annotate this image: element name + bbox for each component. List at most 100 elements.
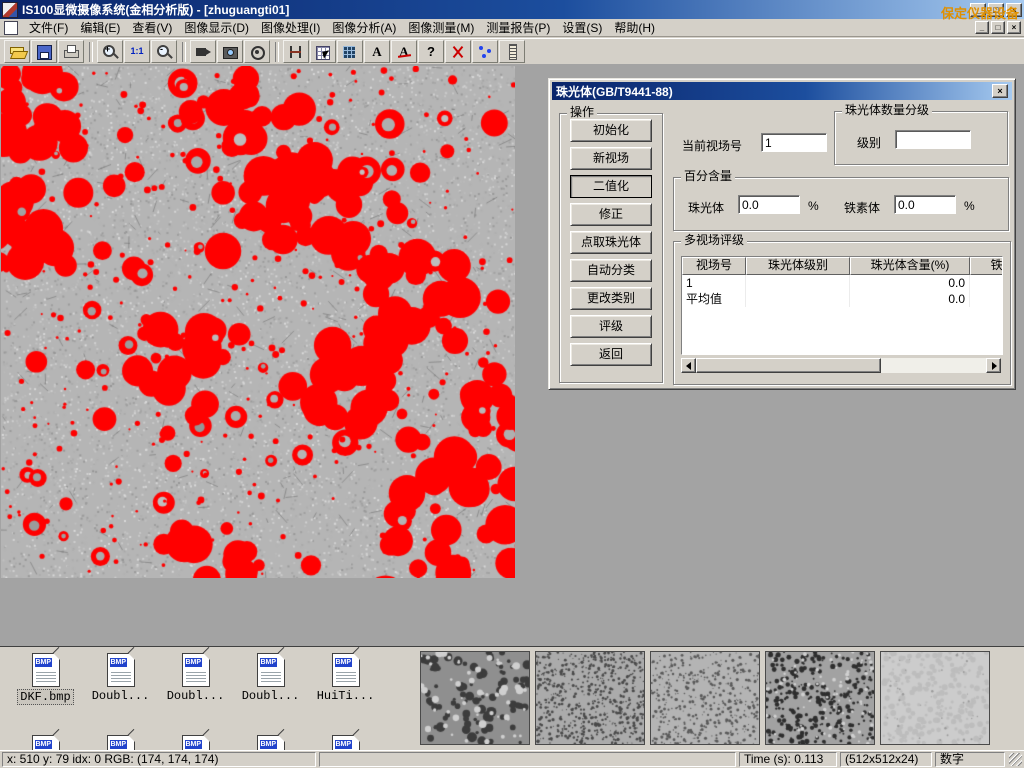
- file-item-0[interactable]: BMPDKF.bmp: [8, 653, 83, 705]
- op-button-2[interactable]: 二值化: [570, 175, 652, 198]
- file-item-partial-0[interactable]: BMP: [8, 735, 83, 750]
- mdi-window-controls: _ □ ×: [973, 21, 1021, 34]
- points-icon: [477, 44, 494, 60]
- file-item-partial-2[interactable]: BMP: [158, 735, 233, 750]
- menu-item-5[interactable]: 图像分析(A): [326, 18, 402, 37]
- file-item-4[interactable]: BMP HuiTi...: [308, 653, 383, 703]
- scroll-left-button[interactable]: [681, 358, 696, 373]
- caliper-button[interactable]: [283, 40, 309, 63]
- op-button-0[interactable]: 初始化: [570, 119, 652, 142]
- time-status: Time (s): 0.113: [739, 752, 837, 767]
- capture-button[interactable]: [217, 40, 243, 63]
- file-item-partial-4[interactable]: BMP: [308, 735, 383, 750]
- actual-size-button[interactable]: 1:1: [124, 40, 150, 63]
- table-row-0[interactable]: 10.0: [682, 275, 1002, 291]
- print-button[interactable]: [58, 40, 84, 63]
- file-item-partial-1[interactable]: BMP: [83, 735, 158, 750]
- file-item-1[interactable]: BMPDoubl...: [83, 653, 158, 703]
- text-label-button[interactable]: A: [364, 40, 390, 63]
- save-button[interactable]: [31, 40, 57, 63]
- zoom-in-button[interactable]: +: [97, 40, 123, 63]
- op-button-6[interactable]: 更改类别: [570, 287, 652, 310]
- table-row-1[interactable]: 平均值0.0: [682, 291, 1002, 307]
- target-icon: [249, 44, 266, 60]
- operations-buttons: 初始化新视场二值化修正点取珠光体自动分类更改类别评级返回: [560, 119, 662, 366]
- open-folder-button[interactable]: [4, 40, 30, 63]
- op-button-3[interactable]: 修正: [570, 203, 652, 226]
- bmp-file-icon: BMP: [257, 735, 285, 750]
- menu-item-8[interactable]: 设置(S): [556, 18, 608, 37]
- op-button-5[interactable]: 自动分类: [570, 259, 652, 282]
- menu-item-7[interactable]: 测量报告(P): [480, 18, 556, 37]
- grade-group: 珠光体数量分级 级别: [834, 111, 1008, 165]
- table-cell: [970, 275, 1003, 291]
- menu-item-3[interactable]: 图像显示(D): [178, 18, 255, 37]
- scroll-right-button[interactable]: [986, 358, 1001, 373]
- file-item-3[interactable]: BMPDoubl...: [233, 653, 308, 703]
- menu-item-2[interactable]: 查看(V): [126, 18, 178, 37]
- table-cell: 1: [682, 275, 746, 291]
- mode-status: 数字: [935, 752, 1005, 767]
- mdi-document-icon: [4, 21, 18, 35]
- help-button[interactable]: ?: [418, 40, 444, 63]
- table-cell: 0.0: [850, 275, 970, 291]
- file-panel: BMPDKF.bmpBMPDoubl...BMPDoubl...BMPDoubl…: [0, 646, 1024, 750]
- zoom-out-button[interactable]: -: [151, 40, 177, 63]
- menu-item-6[interactable]: 图像测量(M): [402, 18, 480, 37]
- toolbar-separator: [89, 42, 93, 62]
- pearlite-percent-input[interactable]: [738, 195, 800, 214]
- mdi-minimize-button[interactable]: _: [975, 21, 989, 34]
- op-button-7[interactable]: 评级: [570, 315, 652, 338]
- grid-pointer-button[interactable]: [310, 40, 336, 63]
- bmp-file-icon: BMP: [332, 653, 360, 687]
- capture-icon: [222, 44, 239, 60]
- file-item-partial-3[interactable]: BMP: [233, 735, 308, 750]
- ruler-button[interactable]: [499, 40, 525, 63]
- text-label-icon: A: [369, 44, 386, 60]
- percent-group: 百分含量 珠光体 % 铁素体 %: [673, 177, 1009, 231]
- ferrite-percent-sign: %: [964, 199, 975, 213]
- menu-item-4[interactable]: 图像处理(I): [255, 18, 326, 37]
- mdi-restore-button[interactable]: □: [991, 21, 1005, 34]
- op-button-4[interactable]: 点取珠光体: [570, 231, 652, 254]
- file-name: HuiTi...: [315, 689, 377, 703]
- thumbnail-4[interactable]: [765, 651, 875, 745]
- bmp-file-icon: BMP: [107, 653, 135, 687]
- rating-table: 视场号珠光体级别珠光体含量(%)铁素体含量(%) 10.0平均值0.0: [681, 256, 1003, 355]
- file-item-2[interactable]: BMPDoubl...: [158, 653, 233, 703]
- vendor-watermark: 保定仪器设备: [941, 3, 1019, 22]
- scrollbar-thumb[interactable]: [696, 358, 881, 373]
- menu-item-0[interactable]: 文件(F): [23, 18, 74, 37]
- resize-grip[interactable]: [1009, 753, 1022, 766]
- current-field-input[interactable]: [761, 133, 827, 152]
- multi-field-group: 多视场评级 视场号珠光体级别珠光体含量(%)铁素体含量(%) 10.0平均值0.…: [673, 241, 1011, 385]
- thumbnail-1[interactable]: [420, 651, 530, 745]
- thumbnail-5[interactable]: [880, 651, 990, 745]
- thumbnail-3[interactable]: [650, 651, 760, 745]
- points-button[interactable]: [472, 40, 498, 63]
- target-button[interactable]: [244, 40, 270, 63]
- cut-button[interactable]: [445, 40, 471, 63]
- menu-item-1[interactable]: 编辑(E): [74, 18, 126, 37]
- op-button-1[interactable]: 新视场: [570, 147, 652, 170]
- video-camera-button[interactable]: [190, 40, 216, 63]
- pearlite-percent-sign: %: [808, 199, 819, 213]
- mdi-close-button[interactable]: ×: [1007, 21, 1021, 34]
- cut-icon: [450, 44, 467, 60]
- menu-item-9[interactable]: 帮助(H): [608, 18, 661, 37]
- dialog-title-bar[interactable]: 珠光体(GB/T9441-88) ×: [552, 82, 1012, 100]
- dialog-close-button[interactable]: ×: [992, 84, 1008, 98]
- text-strike-button[interactable]: A: [391, 40, 417, 63]
- scrollbar-track[interactable]: [881, 358, 986, 373]
- operations-group-label: 操作: [567, 106, 597, 119]
- micrograph-image[interactable]: [1, 66, 515, 578]
- window-title: IS100显微摄像系统(金相分析版) - [zhuguangti01]: [22, 1, 289, 18]
- thumbnail-2[interactable]: [535, 651, 645, 745]
- grade-level-input[interactable]: [895, 130, 971, 149]
- count-grid-button[interactable]: [337, 40, 363, 63]
- toolbar-separator: [275, 42, 279, 62]
- title-bar[interactable]: IS100显微摄像系统(金相分析版) - [zhuguangti01] _ □ …: [0, 0, 1024, 19]
- ferrite-percent-input[interactable]: [894, 195, 956, 214]
- op-button-8[interactable]: 返回: [570, 343, 652, 366]
- table-horizontal-scrollbar[interactable]: [681, 358, 1001, 373]
